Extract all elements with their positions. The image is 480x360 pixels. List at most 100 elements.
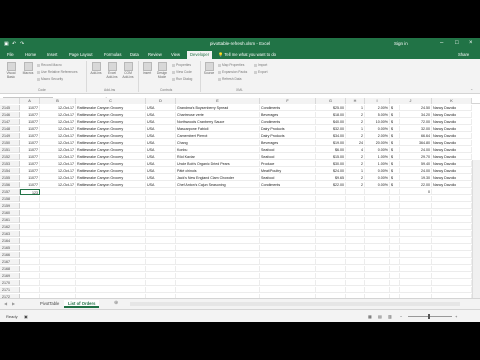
next-sheet-icon[interactable]: ▶ <box>12 301 15 306</box>
table-cell[interactable]: 12-Oct-17 <box>40 133 76 139</box>
table-cell[interactable]: Nancy Davolio <box>432 119 472 125</box>
table-cell[interactable]: Beverages <box>260 112 316 118</box>
table-cell[interactable]: Rattlesnake Canyon Grocery <box>76 182 146 188</box>
table-cell[interactable]: 12-Oct-17 <box>40 161 76 167</box>
table-cell[interactable]: 1 <box>346 126 365 132</box>
table-cell[interactable]: $9.65 <box>316 175 346 181</box>
table-cell[interactable] <box>432 210 472 216</box>
table-cell[interactable]: Nancy Davolio <box>432 175 472 181</box>
map-properties-button[interactable]: Map Properties <box>218 63 244 67</box>
table-cell[interactable]: Rattlesnake Canyon Grocery <box>76 154 146 160</box>
worksheet-grid[interactable]: A B C D E F G H I J K 2145 11077 12-Oct-17 Rattlesnake… <box>0 98 472 307</box>
table-cell[interactable] <box>316 245 346 251</box>
table-cell[interactable] <box>146 217 176 223</box>
table-cell[interactable] <box>432 259 472 265</box>
prev-sheet-icon[interactable]: ◀ <box>4 301 7 306</box>
table-cell[interactable] <box>40 245 76 251</box>
table-cell[interactable] <box>316 287 346 293</box>
table-cell[interactable] <box>346 245 365 251</box>
com-add-ins-button[interactable]: COM Add-ins <box>121 62 135 80</box>
table-cell[interactable] <box>432 252 472 258</box>
table-cell[interactable]: 59.40 <box>400 161 432 167</box>
table-cell[interactable]: 11077 <box>20 175 40 181</box>
table-cell[interactable] <box>365 196 390 202</box>
table-cell[interactable] <box>432 280 472 286</box>
tab-developer[interactable]: Developer <box>187 51 213 59</box>
minimize-icon[interactable]: – <box>440 40 443 46</box>
table-cell[interactable] <box>346 252 365 258</box>
table-cell[interactable] <box>400 210 432 216</box>
table-cell[interactable] <box>176 252 260 258</box>
macro-security-button[interactable]: Macro Security <box>37 77 63 81</box>
table-cell[interactable] <box>20 287 40 293</box>
row-header[interactable]: 2156 <box>0 182 20 188</box>
table-cell[interactable] <box>76 224 146 230</box>
table-cell[interactable]: Nancy Davolio <box>432 147 472 153</box>
table-cell[interactable] <box>20 259 40 265</box>
table-cell[interactable] <box>76 217 146 223</box>
table-cell[interactable] <box>316 203 346 209</box>
table-cell[interactable]: $ <box>390 182 400 188</box>
page-layout-view-icon[interactable]: ▤ <box>378 314 382 319</box>
table-cell[interactable] <box>316 266 346 272</box>
table-cell[interactable] <box>390 259 400 265</box>
table-cell[interactable]: Rattlesnake Canyon Grocery <box>76 119 146 125</box>
table-cell[interactable] <box>365 210 390 216</box>
row-header[interactable]: 2167 <box>0 259 20 265</box>
table-cell[interactable]: USA <box>146 126 176 132</box>
table-cell[interactable]: Northwoods Cranberry Sauce <box>176 119 260 125</box>
column-header-j[interactable]: J <box>390 98 432 104</box>
table-cell[interactable]: 1.00% <box>365 154 390 160</box>
table-cell[interactable] <box>316 224 346 230</box>
table-cell[interactable] <box>176 217 260 223</box>
table-cell[interactable]: Dairy Products <box>260 133 316 139</box>
table-cell[interactable] <box>76 287 146 293</box>
table-cell[interactable]: Meat/Poultry <box>260 168 316 174</box>
table-cell[interactable] <box>40 287 76 293</box>
table-cell[interactable] <box>260 203 316 209</box>
table-cell[interactable] <box>432 196 472 202</box>
table-cell[interactable]: 11077 <box>20 140 40 146</box>
table-cell[interactable] <box>432 266 472 272</box>
table-cell[interactable]: 32.00 <box>400 126 432 132</box>
table-cell[interactable]: Nancy Davolio <box>432 140 472 146</box>
table-cell[interactable]: Grandma's Boysenberry Spread <box>176 105 260 111</box>
table-cell[interactable] <box>146 266 176 272</box>
table-cell[interactable]: $ <box>390 112 400 118</box>
table-cell[interactable] <box>260 189 316 195</box>
close-icon[interactable]: × <box>469 40 473 46</box>
table-cell[interactable]: 0.00% <box>365 182 390 188</box>
table-cell[interactable]: Rattlesnake Canyon Grocery <box>76 147 146 153</box>
row-header[interactable]: 2146 <box>0 112 20 118</box>
table-cell[interactable] <box>76 266 146 272</box>
table-cell[interactable]: USA <box>146 133 176 139</box>
table-cell[interactable]: Jack's New England Clam Chowder <box>176 175 260 181</box>
record-macro-button[interactable]: Record Macro <box>37 63 62 67</box>
table-cell[interactable] <box>176 259 260 265</box>
sheet-tab-list-of-orders[interactable]: List of Orders <box>64 300 100 308</box>
table-cell[interactable] <box>400 259 432 265</box>
table-cell[interactable]: Condiments <box>260 105 316 111</box>
table-cell[interactable] <box>365 203 390 209</box>
table-cell[interactable] <box>176 273 260 279</box>
table-cell[interactable] <box>346 217 365 223</box>
table-cell[interactable]: 11077 <box>20 126 40 132</box>
view-code-button[interactable]: View Code <box>172 70 192 74</box>
table-cell[interactable]: $25.00 <box>316 105 346 111</box>
table-cell[interactable]: 2 <box>346 182 365 188</box>
row-header[interactable]: 2166 <box>0 252 20 258</box>
row-header[interactable]: 2164 <box>0 238 20 244</box>
table-cell[interactable]: 1 <box>346 168 365 174</box>
add-ins-button[interactable]: Add-ins <box>89 62 103 76</box>
table-cell[interactable]: Rattlesnake Canyon Grocery <box>76 140 146 146</box>
table-cell[interactable] <box>260 266 316 272</box>
table-cell[interactable]: 12-Oct-17 <box>40 112 76 118</box>
table-cell[interactable]: USA <box>146 140 176 146</box>
table-cell[interactable] <box>146 280 176 286</box>
table-cell[interactable] <box>176 189 260 195</box>
table-cell[interactable] <box>260 224 316 230</box>
column-header-i[interactable]: I <box>365 98 390 104</box>
table-cell[interactable] <box>146 210 176 216</box>
table-cell[interactable] <box>76 189 146 195</box>
table-cell[interactable] <box>365 231 390 237</box>
